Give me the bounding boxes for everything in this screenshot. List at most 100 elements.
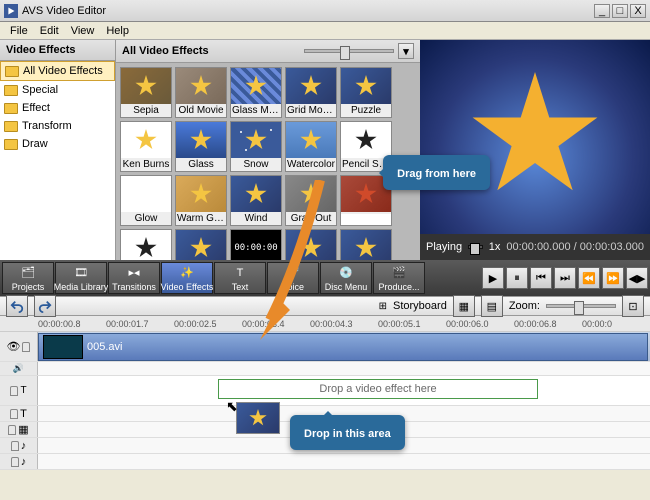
view-button-2[interactable]: ▤: [481, 295, 503, 317]
ruler-tick: 00:00:06.8: [514, 319, 582, 329]
view-button-1[interactable]: ▦: [453, 295, 475, 317]
effect-warm-glow[interactable]: Warm Glow: [175, 175, 227, 226]
tab-produce-[interactable]: 🎬Produce...: [373, 262, 425, 294]
close-button[interactable]: X: [630, 4, 646, 18]
tab-icon: ▸◂: [126, 265, 142, 281]
star-icon: [245, 183, 267, 205]
effect-ken-burns[interactable]: Ken Burns: [120, 121, 172, 172]
thumb-size-slider[interactable]: [304, 49, 394, 53]
folder-icon: [4, 139, 18, 150]
audio-track-3[interactable]: ♪: [0, 454, 650, 470]
preview-seek-slider[interactable]: [468, 245, 483, 249]
menu-view[interactable]: View: [65, 25, 101, 37]
lock-icon[interactable]: [10, 409, 18, 419]
category-transform[interactable]: Transform: [0, 117, 115, 135]
playback-button-3[interactable]: ⏭: [554, 267, 576, 289]
playback-button-1[interactable]: ⏸: [506, 267, 528, 289]
effect-glass[interactable]: Glass: [175, 121, 227, 172]
lock-icon[interactable]: [8, 425, 16, 435]
effect-label: Glass: [176, 158, 226, 171]
effect-label: Old Movie: [176, 104, 226, 117]
effect-wind[interactable]: Wind: [230, 175, 282, 226]
effect-snow[interactable]: Snow: [230, 121, 282, 172]
lock-icon[interactable]: [11, 457, 19, 467]
time-ruler[interactable]: 00:00:00.800:00:01.700:00:02.500:00:03.4…: [0, 316, 650, 332]
folder-icon: [5, 66, 19, 77]
menu-help[interactable]: Help: [100, 25, 135, 37]
playback-button-5[interactable]: ⏩: [602, 267, 624, 289]
effect-wide-a-e[interactable]: Wide A...e: [285, 229, 337, 260]
effect-thumbnail: [286, 230, 336, 260]
eye-icon[interactable]: 👁: [7, 340, 21, 353]
effect-thumbnail: [341, 68, 391, 104]
menu-edit[interactable]: Edit: [34, 25, 65, 37]
star-icon: [300, 75, 322, 97]
tab-voice[interactable]: 🎤Voice: [267, 262, 319, 294]
effect-glass-mosaic[interactable]: Glass Mosaic: [230, 67, 282, 118]
timeline-toolbar: ⊞ Storyboard ▦ ▤ Zoom: ⊡: [0, 296, 650, 316]
redo-button[interactable]: [34, 295, 56, 317]
effect-gray-out[interactable]: Gray Out: [285, 175, 337, 226]
category-all-video-effects[interactable]: All Video Effects: [0, 61, 115, 81]
category-special[interactable]: Special: [0, 81, 115, 99]
effect-label: Wind: [231, 212, 281, 225]
maximize-button[interactable]: □: [612, 4, 628, 18]
lock-icon[interactable]: [22, 342, 30, 352]
playback-button-6[interactable]: ◀▶: [626, 267, 648, 289]
video-clip[interactable]: 005.avi: [38, 333, 648, 361]
playback-button-4[interactable]: ⏪: [578, 267, 600, 289]
effect-old-movie[interactable]: Old Movie: [175, 67, 227, 118]
main-toolbar: 🗂Projects🎞Media Library▸◂Transitions✨Vid…: [0, 260, 650, 296]
effect-watercolor[interactable]: Watercolor: [285, 121, 337, 172]
playback-button-0[interactable]: ▶: [482, 267, 504, 289]
minimize-button[interactable]: _: [594, 4, 610, 18]
star-icon: [135, 129, 157, 151]
tab-media-library[interactable]: 🎞Media Library: [55, 262, 107, 294]
panel-collapse-button[interactable]: ▾: [398, 43, 414, 59]
tab-projects[interactable]: 🗂Projects: [2, 262, 54, 294]
folder-icon: [4, 103, 18, 114]
effect-particles[interactable]: Particles: [340, 229, 392, 260]
star-icon: [190, 183, 212, 205]
effect-label: Gray Out: [286, 212, 336, 225]
effect-grid-mosaic[interactable]: Grid Mosaic: [285, 67, 337, 118]
category-effect[interactable]: Effect: [0, 99, 115, 117]
tab-text[interactable]: TText: [214, 262, 266, 294]
preview-panel: Playing 1x 00:00:00.000 / 00:00:03.000: [420, 40, 650, 260]
effect-newsprint[interactable]: Newsprint: [120, 229, 172, 260]
effect-sepia[interactable]: Sepia: [120, 67, 172, 118]
menu-file[interactable]: File: [4, 25, 34, 37]
effect-label: Ken Burns: [121, 158, 171, 171]
effects-grid[interactable]: Sepia Old Movie Glass MosaicGrid MosaicPuz…: [116, 63, 420, 260]
effect-label: Sepia: [121, 104, 171, 117]
ruler-tick: 00:00:04.3: [310, 319, 378, 329]
callout-drop: Drop in this area: [290, 415, 405, 450]
tab-transitions[interactable]: ▸◂Transitions: [108, 262, 160, 294]
video-track[interactable]: 👁 005.avi: [0, 332, 650, 362]
lock-icon[interactable]: [10, 386, 18, 396]
playback-button-2[interactable]: ⏮: [530, 267, 552, 289]
video-effect-track[interactable]: T Drop a video effect here ⬉: [0, 376, 650, 406]
effect-timer[interactable]: 00:00:00Timer: [230, 229, 282, 260]
effects-header: All Video Effects: [122, 45, 209, 57]
effect-glow[interactable]: Glow: [120, 175, 172, 226]
lock-icon[interactable]: [11, 441, 19, 451]
star-icon: [135, 237, 157, 259]
star-icon: [355, 129, 377, 151]
zoom-slider[interactable]: [546, 304, 616, 308]
view-mode[interactable]: Storyboard: [393, 300, 447, 312]
category-draw[interactable]: Draw: [0, 135, 115, 153]
tab-video-effects[interactable]: ✨Video Effects: [161, 262, 213, 294]
effect-puzzle[interactable]: Puzzle: [340, 67, 392, 118]
tab-disc-menu[interactable]: 💿Disc Menu: [320, 262, 372, 294]
zoom-fit-button[interactable]: ⊡: [622, 295, 644, 317]
speaker-icon[interactable]: 🔊: [13, 363, 24, 374]
effect-dropzone[interactable]: Drop a video effect here: [218, 379, 538, 399]
playback-controls: ▶⏸⏮⏭⏪⏩◀▶: [482, 262, 648, 294]
undo-button[interactable]: [6, 295, 28, 317]
audio-track[interactable]: 🔊: [0, 362, 650, 376]
effect-film[interactable]: Film: [175, 229, 227, 260]
effect-label: Watercolor: [286, 158, 336, 171]
effect-label: Snow: [231, 158, 281, 171]
effect-thumbnail: [341, 122, 391, 158]
